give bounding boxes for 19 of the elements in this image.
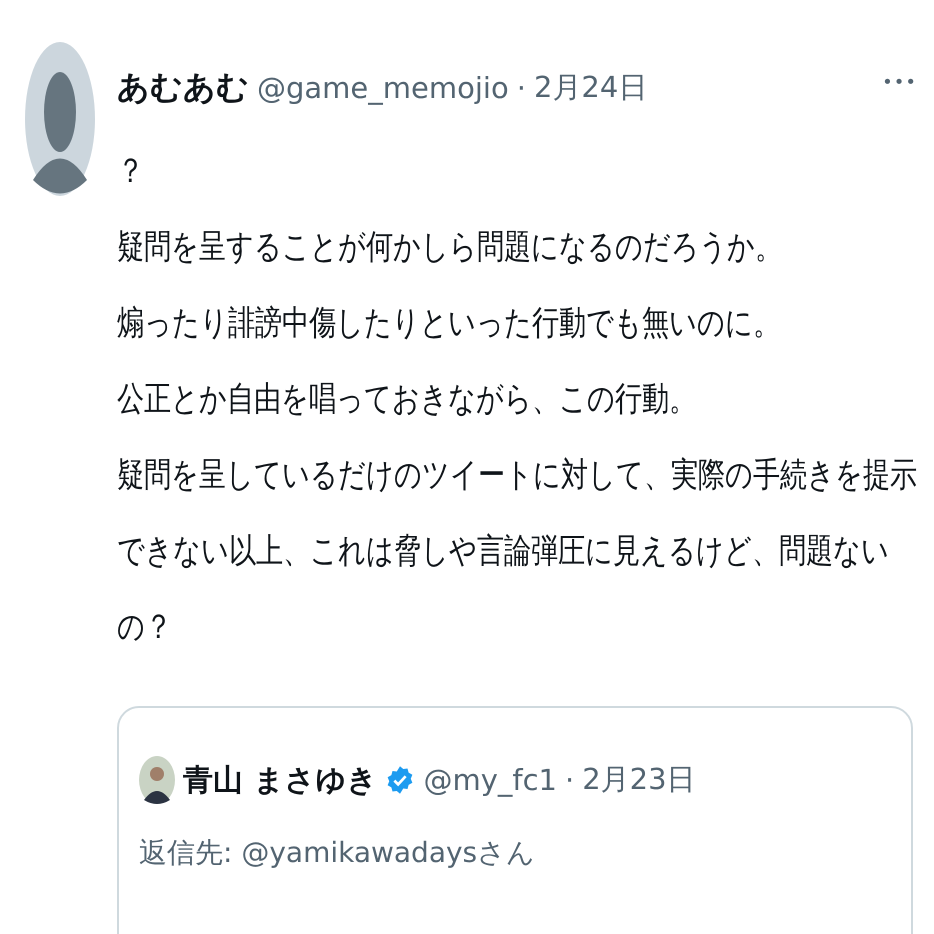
- separator-dot: ·: [516, 71, 526, 105]
- post-date[interactable]: 2月24日: [534, 68, 648, 108]
- post-text-line: できない以上、これは脅しや言論弾圧に見えるけど、問題ない: [117, 531, 890, 573]
- post-text-line: ？: [117, 151, 145, 193]
- post-text-line: 疑問を呈しているだけのツイートに対して、実際の手続きを提示: [117, 455, 917, 497]
- user-handle[interactable]: @my_fc1: [423, 763, 557, 797]
- post-text-line: の？: [117, 607, 173, 649]
- user-name[interactable]: 青山 まさゆき: [183, 760, 378, 800]
- post-text-line: 煽ったり誹謗中傷したりといった行動でも無いのに。: [117, 303, 781, 345]
- avatar-icon[interactable]: [139, 756, 175, 804]
- reply-to-text: 返信先: @yamikawadaysさん: [139, 835, 536, 871]
- post-text-line: 公正とか自由を唱っておきながら、この行動。: [117, 379, 697, 421]
- more-button[interactable]: •••: [882, 72, 917, 93]
- separator-dot: ·: [564, 763, 574, 797]
- quoted-post-card[interactable]: 青山 まさゆき @my_fc1 · 2月23日 返信先: @yamikawadaysさん: [117, 706, 913, 934]
- user-name[interactable]: あむあむ: [117, 66, 249, 110]
- post-date[interactable]: 2月23日: [582, 760, 696, 800]
- post-text-line: 疑問を呈することが何かしら問題になるのだろうか。: [117, 227, 783, 269]
- user-handle[interactable]: @game_memojio: [257, 71, 509, 105]
